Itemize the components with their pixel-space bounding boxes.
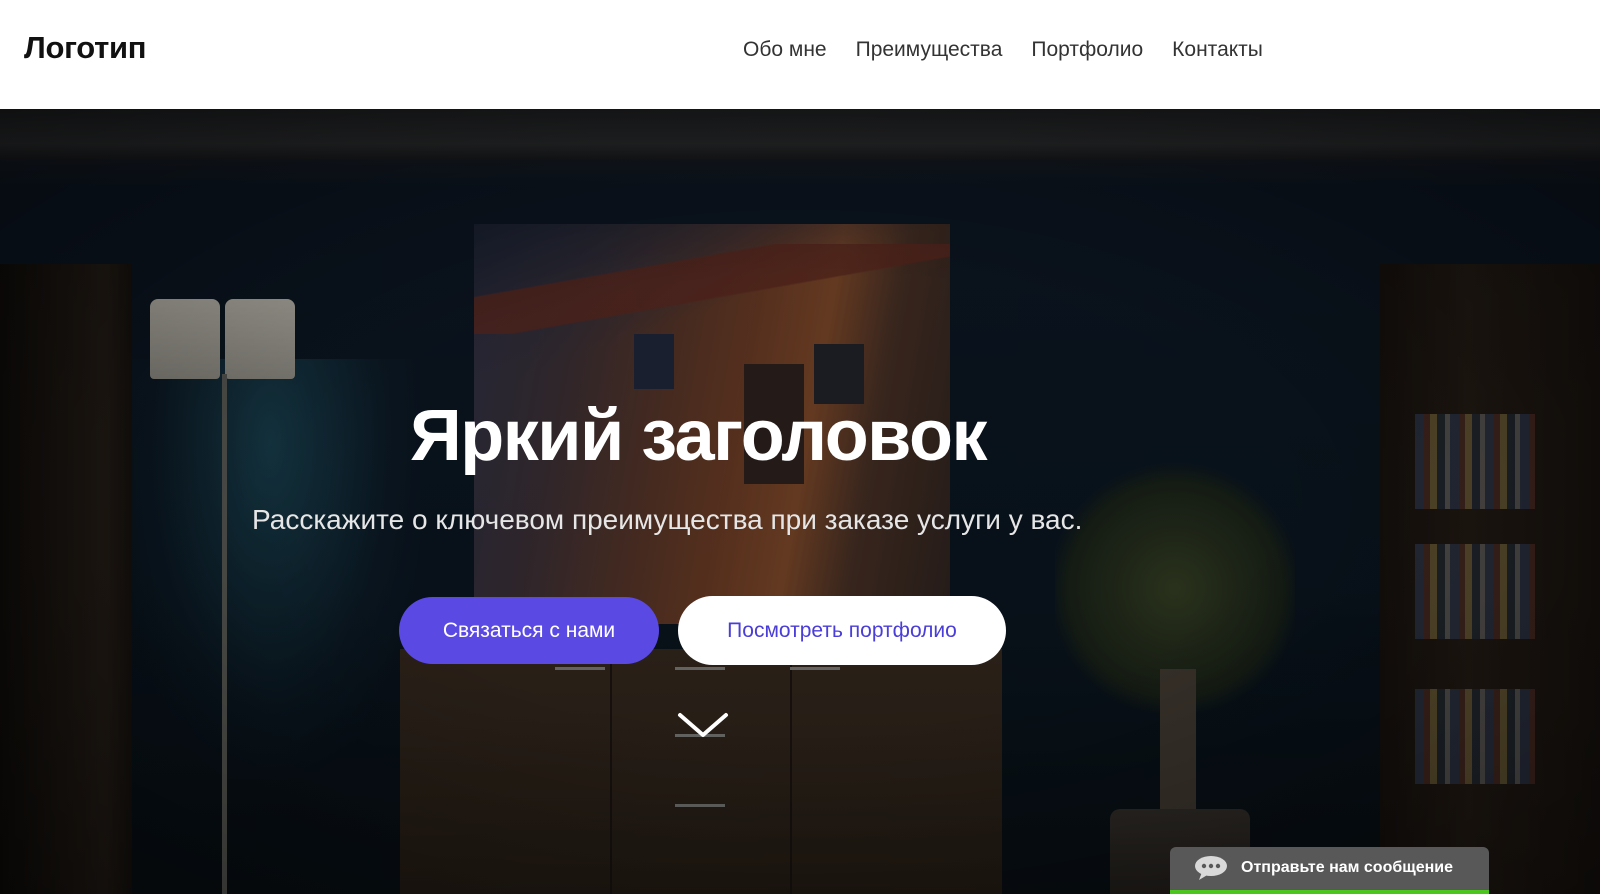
chat-widget-label: Отправьте нам сообщение xyxy=(1241,859,1454,876)
nav-link-about[interactable]: Обо мне xyxy=(743,38,827,62)
hero-title-text: Яркий заголовок xyxy=(410,396,988,476)
contact-us-button[interactable]: Связаться с нами xyxy=(399,597,659,664)
main-nav: Обо мне Преимущества Портфолио Контакты xyxy=(743,38,1263,62)
view-portfolio-button[interactable]: Посмотреть портфолио xyxy=(678,596,1006,665)
site-header: Логотип Обо мне Преимущества Портфолио К… xyxy=(0,0,1600,109)
chat-bubble-icon xyxy=(1194,855,1228,881)
chat-widget-button[interactable]: Отправьте нам сообщение xyxy=(1170,847,1489,894)
hero-section: Яркий заголовок Расскажите о ключевом пр… xyxy=(0,109,1600,894)
hero-title: Яркий заголовок xyxy=(0,395,1396,477)
vignette xyxy=(0,109,1600,894)
nav-link-portfolio[interactable]: Портфолио xyxy=(1031,38,1143,62)
nav-link-advantages[interactable]: Преимущества xyxy=(856,38,1003,62)
hero-subtitle: Расскажите о ключевом преимущества при з… xyxy=(252,504,1083,535)
logo[interactable]: Логотип xyxy=(24,30,147,66)
nav-link-contacts[interactable]: Контакты xyxy=(1172,38,1263,62)
chevron-down-icon[interactable] xyxy=(676,709,730,741)
